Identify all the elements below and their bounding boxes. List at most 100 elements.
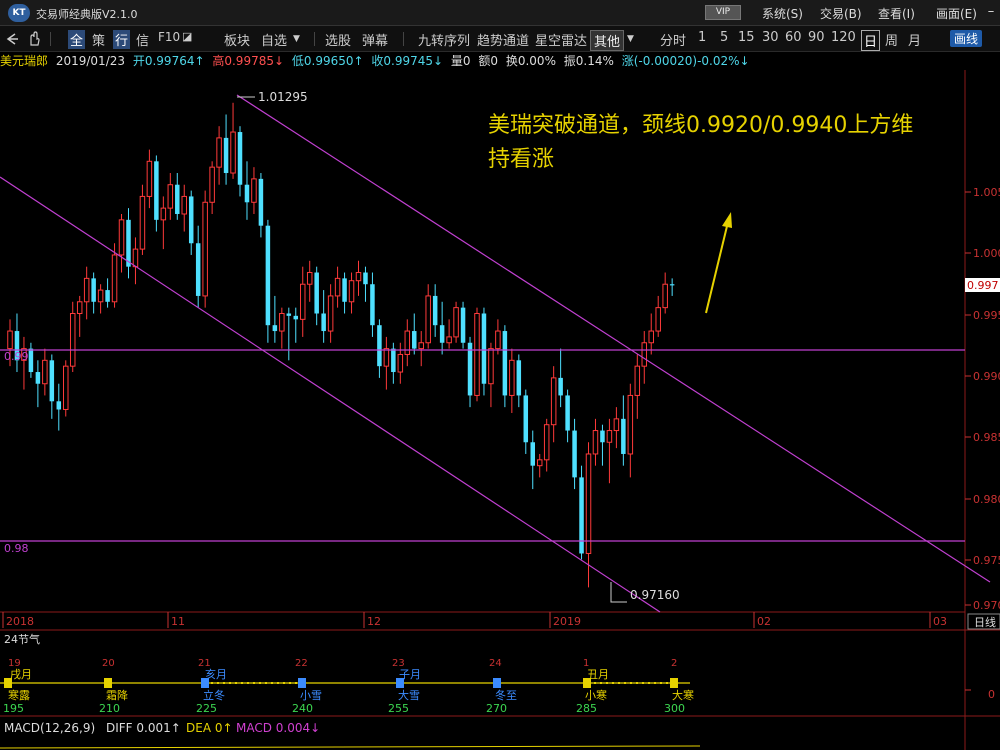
channel-upper-line[interactable]: [236, 94, 991, 583]
price-tick: 0.980: [973, 493, 1000, 506]
solar-degree: 285: [576, 702, 597, 715]
candle: [404, 319, 411, 367]
period-5[interactable]: 5: [720, 30, 728, 45]
period-month[interactable]: 月: [908, 30, 921, 49]
solar-panel-title: 24节气: [4, 632, 40, 646]
candle-body: [299, 283, 306, 320]
chevron-down-icon[interactable]: ▼: [627, 34, 634, 44]
time-tick: 2018: [6, 615, 34, 628]
period-15[interactable]: 15: [738, 30, 755, 45]
candle-body: [154, 161, 159, 220]
candle: [251, 167, 257, 214]
candle: [621, 395, 626, 466]
candle-body: [286, 313, 292, 316]
term-marker: [670, 678, 678, 688]
candle-body: [209, 166, 215, 203]
candle-body: [425, 295, 431, 344]
btn-bankuai[interactable]: 板块: [224, 30, 250, 49]
candle: [348, 272, 355, 314]
solar-days: 19 20 21 22 23 24 1 2: [8, 658, 677, 669]
menu-screen[interactable]: 画面(E): [936, 5, 977, 22]
candle: [146, 149, 153, 209]
btn-danmu[interactable]: 弹幕: [362, 30, 388, 49]
btn-xin[interactable]: 信: [136, 30, 149, 49]
candle-body: [565, 395, 570, 431]
candle: [306, 260, 313, 302]
change-value: 涨(-0.00020)-0.02%↓: [621, 54, 750, 68]
candle: [613, 407, 620, 449]
macd-diff: DIFF 0.001↑: [106, 721, 181, 735]
hand-icon[interactable]: [27, 31, 41, 47]
period-90[interactable]: 90: [808, 30, 825, 45]
btn-qushi[interactable]: 趋势通道: [477, 30, 529, 49]
instrument-name: 美元瑞郎: [0, 54, 49, 68]
period-week[interactable]: 周: [885, 30, 898, 49]
btn-ce[interactable]: 策: [92, 30, 105, 49]
solar-degree: 300: [664, 702, 685, 715]
period-120[interactable]: 120: [831, 30, 856, 45]
price-chart[interactable]: 0.99 0.98 1.01295 0.97160 美瑞突破通道，颈线0.992…: [0, 70, 1000, 750]
candle: [105, 278, 110, 308]
candle: [509, 348, 515, 413]
candle: [167, 173, 174, 220]
menu-system[interactable]: 系统(S): [762, 5, 803, 22]
menu-trade[interactable]: 交易(B): [820, 5, 862, 22]
candle-body: [391, 348, 396, 373]
chevron-down-icon[interactable]: ▼: [293, 34, 300, 44]
candle-body: [592, 430, 599, 455]
candle-body: [258, 178, 264, 226]
candle: [439, 301, 445, 355]
menu-view[interactable]: 查看(I): [878, 5, 915, 22]
candle: [265, 219, 271, 343]
macd-dea-line: [0, 745, 701, 749]
period-fenshi[interactable]: 分时: [660, 30, 686, 49]
candle: [175, 173, 180, 220]
period-30[interactable]: 30: [762, 30, 779, 45]
candle-body: [627, 394, 634, 455]
vip-badge[interactable]: VIP: [705, 5, 741, 20]
candle: [363, 266, 368, 302]
minimize-icon[interactable]: –: [982, 3, 1000, 21]
candle: [648, 313, 654, 355]
time-tick: 11: [171, 615, 185, 628]
candle-body: [83, 277, 90, 303]
candle: [118, 213, 125, 273]
candle: [321, 290, 326, 343]
price-axis: 1.005 1.000 0.995 0.990 0.985 0.980 0.97…: [965, 186, 1000, 612]
solar-term: 立冬: [203, 688, 225, 702]
btn-xingkong[interactable]: 星空雷达: [535, 30, 587, 49]
candle: [377, 319, 382, 378]
btn-xuangu[interactable]: 选股: [325, 30, 351, 49]
candle: [425, 284, 431, 349]
candle-body: [530, 442, 535, 466]
period-day[interactable]: 日: [861, 30, 881, 51]
candle-body: [460, 307, 466, 343]
btn-zixuan[interactable]: 自选: [261, 30, 287, 49]
btn-quan[interactable]: 全: [68, 30, 86, 49]
candle-body: [35, 372, 41, 384]
candle-body: [327, 295, 334, 332]
candle-body: [216, 137, 222, 168]
candle-body: [230, 131, 236, 174]
candle-body: [28, 348, 34, 373]
candle-body: [467, 342, 473, 396]
candle: [97, 284, 104, 314]
dropdown-other[interactable]: 其他: [590, 30, 625, 51]
candle-body: [432, 295, 438, 326]
candle: [299, 266, 306, 337]
bar-date: 2019/01/23: [55, 54, 126, 68]
btn-jiuzhuan[interactable]: 九转序列: [418, 30, 470, 49]
btn-hang[interactable]: 行: [113, 30, 131, 49]
candle: [334, 266, 341, 308]
draw-line-button[interactable]: 画线: [950, 30, 983, 47]
candle-body: [377, 325, 382, 367]
solar-months: 戌月 亥月 子月 丑月: [10, 667, 609, 681]
back-arrow-icon[interactable]: [5, 32, 19, 46]
toggle-icon[interactable]: ◪: [182, 30, 192, 43]
btn-f10[interactable]: F10: [158, 30, 180, 44]
period-1[interactable]: 1: [698, 30, 706, 45]
time-tick: 12: [367, 615, 381, 628]
period-60[interactable]: 60: [785, 30, 802, 45]
candle-body: [334, 277, 341, 297]
candle-body: [118, 219, 125, 256]
